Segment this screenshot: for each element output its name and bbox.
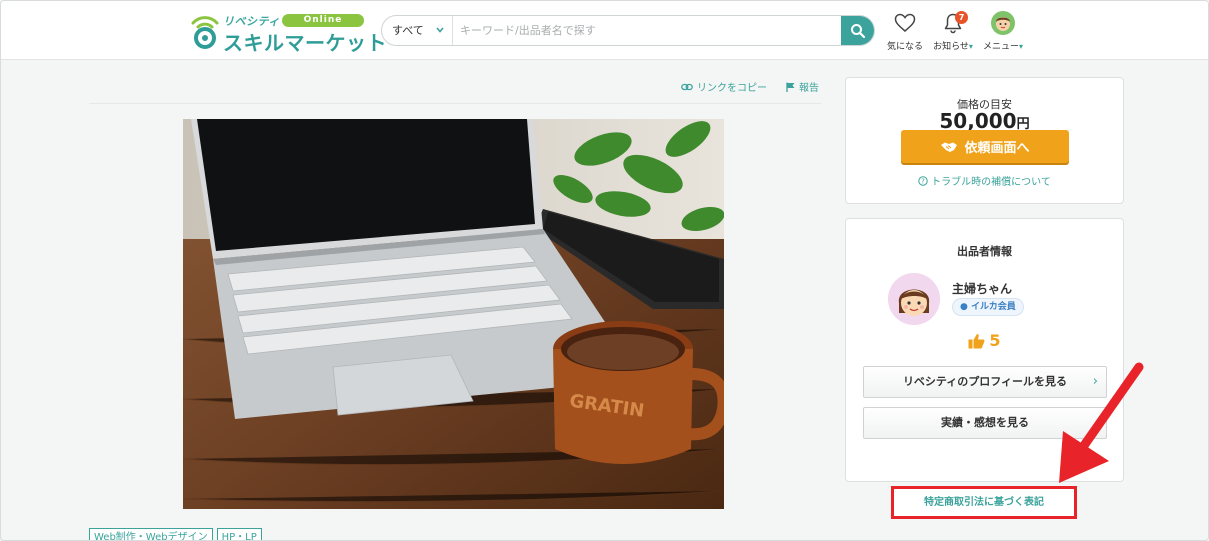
page-frame: リベシティ Online スキルマーケット すべて 気になる 7 [0,0,1209,541]
order-button-label: 依頼画面へ [964,141,1030,156]
tag-web-design[interactable]: Web制作・Webデザイン [89,528,213,540]
search-category-select[interactable]: すべて [382,16,453,45]
caret-down-icon: ▾ [1019,42,1024,51]
report-button[interactable]: 報告 [786,79,819,94]
trouble-compensation-link[interactable]: ? トラブル時の補償について [846,173,1123,188]
view-reviews-button[interactable]: 実績・感想を見る [863,407,1107,439]
nav-favorite[interactable]: 気になる [887,11,923,52]
chevron-down-icon [436,27,444,33]
site-logo[interactable]: リベシティ Online スキルマーケット [189,9,387,55]
notification-count-badge: 7 [955,11,968,24]
seller-avatar-illustration [888,273,940,325]
search-button[interactable] [841,16,874,45]
chevron-right-icon: › [1092,374,1098,389]
wifi-logo-icon [191,16,219,49]
nav-menu[interactable]: メニュー▾ [981,11,1025,52]
help-circle-icon: ? [918,175,928,186]
service-image: GRATIN [183,119,724,509]
price-card: 価格の目安 50,000円 依頼画面へ ? トラブル時の補償について [845,77,1124,204]
seller-rating: 5 [846,331,1123,350]
search-icon [850,23,865,38]
laptop-coffee-photo: GRATIN [183,119,724,509]
heart-icon [894,13,916,32]
dolphin-icon: ● [960,302,968,312]
seller-card: 出品者情報 主婦ちゃん ● イルカ会員 5 リベシティのプロフィールを見る › [845,218,1124,482]
nav-favorite-label: 気になる [887,42,924,52]
logo-online-pill: Online [282,14,364,27]
copy-link-button[interactable]: リンクをコピー [681,79,767,94]
search-bar: すべて [381,15,875,46]
caret-down-icon: ▾ [968,42,973,51]
copy-link-label: リンクをコピー [697,83,767,94]
user-avatar-icon [991,11,1015,35]
flag-icon [786,82,795,92]
logo-main-text: スキルマーケット [223,31,387,55]
seller-name[interactable]: 主婦ちゃん [952,280,1012,297]
nav-notifications-label: お知らせ [933,42,969,52]
seller-card-title: 出品者情報 [957,245,1012,258]
tag-hp-lp[interactable]: HP・LP [216,528,262,540]
legal-notice-label: 特定商取引法に基づく表記 [924,497,1044,508]
search-input[interactable] [454,16,842,45]
category-tags: Web制作・Webデザイン HP・LP [89,528,262,540]
trouble-link-label: トラブル時の補償について [931,177,1051,188]
svg-text:?: ? [921,177,925,185]
legal-notice-link[interactable]: 特定商取引法に基づく表記 [891,486,1077,519]
handshake-icon [941,142,958,152]
rating-count: 5 [989,331,1001,350]
report-label: 報告 [799,83,819,94]
view-reviews-label: 実績・感想を見る [941,416,1029,429]
member-badge-label: イルカ会員 [971,302,1016,312]
share-bar: リンクをコピー 報告 [89,76,821,104]
order-button[interactable]: 依頼画面へ [901,130,1069,163]
nav-menu-label: メニュー [982,42,1019,52]
member-badge: ● イルカ会員 [952,298,1024,316]
site-header: リベシティ Online スキルマーケット すべて 気になる 7 [1,1,1208,60]
link-icon [681,83,693,90]
view-profile-label: リベシティのプロフィールを見る [902,375,1068,388]
search-category-label: すべて [392,24,424,37]
thumbs-up-icon [968,333,985,348]
nav-notifications[interactable]: 7 お知らせ▾ [930,11,976,52]
view-profile-button[interactable]: リベシティのプロフィールを見る › [863,366,1107,398]
seller-avatar[interactable] [888,273,940,325]
